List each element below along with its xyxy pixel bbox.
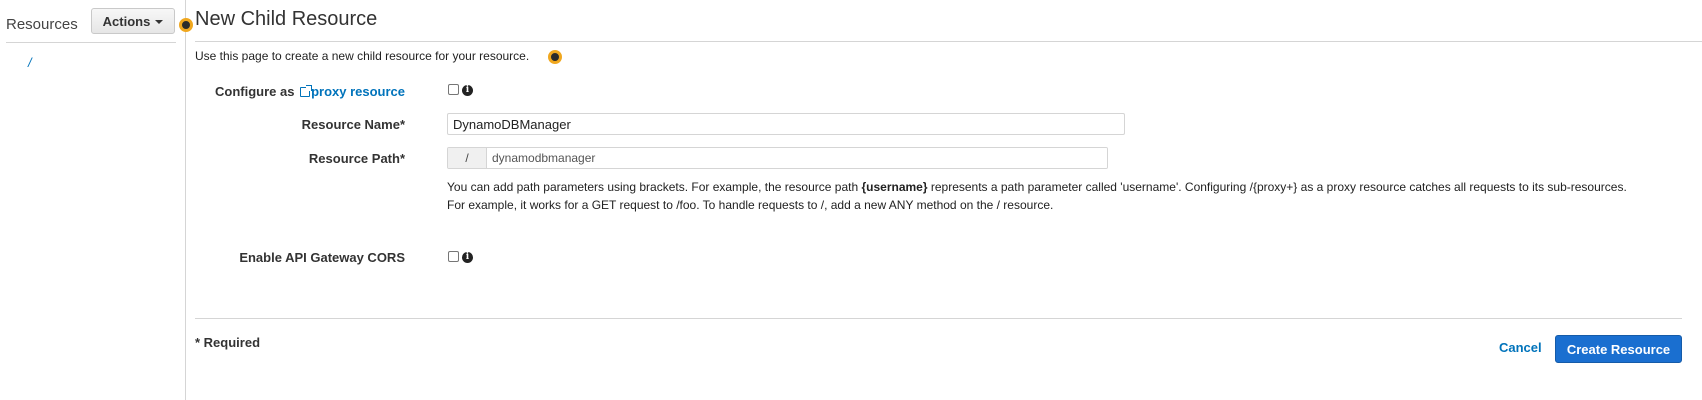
tour-beacon-icon[interactable] bbox=[548, 50, 562, 64]
proxy-label-prefix: Configure as bbox=[214, 84, 299, 99]
page-title: New Child Resource bbox=[195, 8, 378, 30]
actions-dropdown-button[interactable]: Actions bbox=[91, 8, 175, 34]
resource-path-label: Resource Path* bbox=[308, 151, 405, 166]
actions-button-label: Actions bbox=[102, 13, 151, 29]
proxy-resource-label: Configure as proxy resource bbox=[145, 84, 405, 99]
resource-path-input[interactable] bbox=[487, 148, 1107, 168]
cors-label: Enable API Gateway CORS bbox=[239, 250, 405, 265]
info-icon[interactable]: i bbox=[462, 85, 473, 96]
resource-name-label: Resource Name* bbox=[301, 117, 405, 132]
resource-path-prefix: / bbox=[448, 148, 487, 168]
required-note: * Required bbox=[195, 335, 261, 350]
help-text-part-1: You can add path parameters using bracke… bbox=[447, 180, 862, 194]
proxy-resource-link[interactable]: proxy resource bbox=[311, 84, 405, 99]
resources-panel-title: Resources bbox=[6, 16, 78, 33]
help-text-username-param: {username} bbox=[861, 180, 928, 194]
path-help-text: You can add path parameters using bracke… bbox=[447, 178, 1637, 214]
vertical-divider bbox=[185, 0, 186, 400]
resource-name-input[interactable] bbox=[447, 113, 1125, 135]
proxy-resource-checkbox[interactable] bbox=[448, 84, 459, 95]
external-link-icon bbox=[300, 85, 313, 97]
info-icon[interactable]: i bbox=[462, 252, 473, 263]
tour-beacon-icon[interactable] bbox=[179, 18, 193, 32]
footer-divider bbox=[195, 318, 1682, 319]
caret-down-icon bbox=[155, 20, 164, 24]
create-resource-button[interactable]: Create Resource bbox=[1555, 335, 1682, 363]
resource-path-field: / bbox=[447, 147, 1108, 169]
resource-tree-root-item[interactable]: / bbox=[28, 55, 32, 70]
cors-checkbox[interactable] bbox=[448, 251, 459, 262]
panel-divider bbox=[6, 42, 176, 43]
title-divider bbox=[195, 41, 1702, 42]
intro-text: Use this page to create a new child reso… bbox=[195, 49, 530, 63]
cancel-button[interactable]: Cancel bbox=[1499, 340, 1542, 355]
